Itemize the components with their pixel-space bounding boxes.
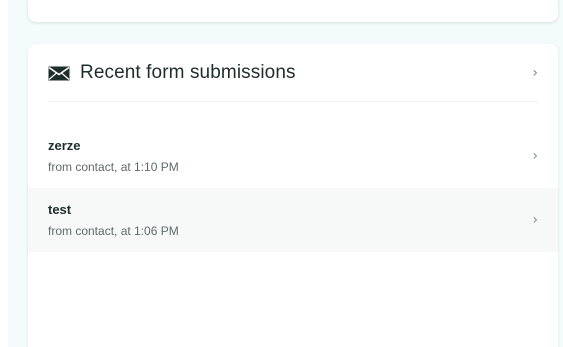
submission-title: zerze: [48, 138, 81, 153]
card-header[interactable]: Recent form submissions ›: [48, 44, 538, 102]
envelope-icon: [48, 66, 70, 81]
submission-row[interactable]: test from contact, at 1:06 PM ›: [28, 188, 558, 252]
card-title: Recent form submissions: [80, 61, 296, 83]
recent-submissions-card: Recent form submissions › zerze from con…: [28, 44, 558, 347]
submission-row[interactable]: zerze from contact, at 1:10 PM ›: [28, 124, 558, 188]
chevron-right-icon[interactable]: ›: [532, 65, 538, 81]
submission-subtitle: from contact, at 1:06 PM: [48, 224, 179, 238]
previous-card: [28, 0, 558, 22]
chevron-right-icon[interactable]: ›: [532, 212, 538, 228]
chevron-right-icon[interactable]: ›: [532, 148, 538, 164]
submission-list: zerze from contact, at 1:10 PM › test fr…: [28, 124, 558, 252]
submission-title: test: [48, 202, 72, 217]
submission-subtitle: from contact, at 1:10 PM: [48, 160, 179, 174]
